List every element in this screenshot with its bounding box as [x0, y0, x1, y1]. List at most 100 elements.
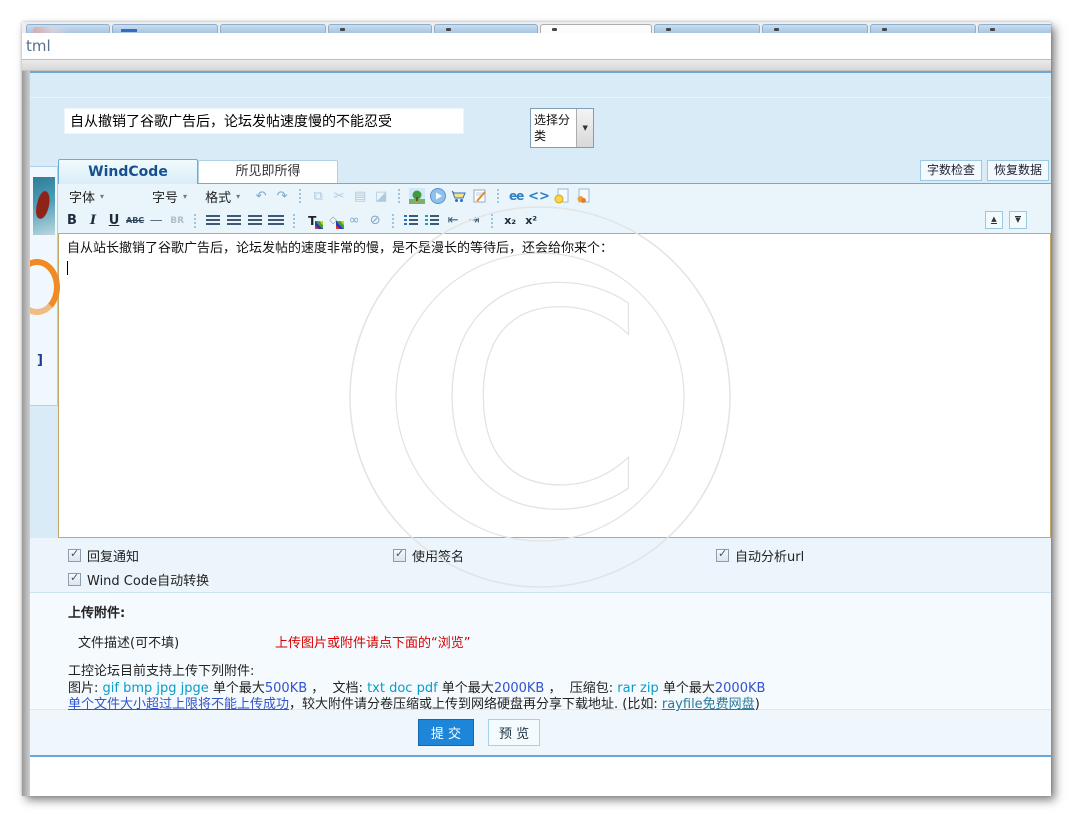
editor-panel: WindCode 所见即所得 字数检查 恢复数据 字体▾ 字号▾ 格式 ▾ ↶ ↷… — [58, 157, 1051, 538]
tab-favicon-dot — [552, 28, 557, 31]
underline-icon[interactable]: U — [105, 212, 123, 229]
format-dropdown[interactable]: 格式 ▾ — [205, 187, 240, 206]
browser-tab-active[interactable] — [540, 24, 652, 33]
cut-icon[interactable]: ✂ — [330, 188, 348, 205]
option-use-signature[interactable]: 使用签名 — [393, 546, 716, 565]
post-options: 回复通知 使用签名 自动分析url Wind Code自动转换 — [22, 538, 1051, 592]
undo-icon[interactable]: ↶ — [252, 188, 270, 205]
checkbox-use-signature[interactable] — [393, 549, 406, 562]
rayfile-link[interactable]: rayfile免费网盘 — [662, 697, 755, 712]
editor-utility-buttons: 字数检查 恢复数据 — [920, 160, 1049, 181]
editor-shrink-button[interactable]: ▲ — [985, 211, 1003, 229]
font-family-dropdown[interactable]: 字体▾ — [69, 187, 104, 206]
browser-tab-fragment[interactable] — [978, 24, 1051, 33]
insert-image-icon[interactable] — [408, 188, 426, 205]
subscript-icon[interactable]: x₂ — [501, 212, 519, 229]
align-left-icon[interactable] — [204, 212, 222, 229]
toolbar-separator — [194, 214, 196, 228]
category-select[interactable]: 选择分类 ▼ — [530, 108, 594, 148]
strikethrough-icon[interactable]: ABC — [126, 212, 144, 229]
shopping-cart-icon[interactable] — [450, 188, 468, 205]
category-select-arrow-icon[interactable]: ▼ — [576, 109, 593, 147]
browser-tab-fragment[interactable] — [112, 24, 218, 33]
insert-media-icon[interactable] — [429, 188, 447, 205]
editor-text-line: 自从站长撤销了谷歌广告后，论坛发帖的速度非常的慢，是不是漫长的等待后，还会给你来… — [67, 239, 1042, 258]
size-limit-warning-link[interactable]: 单个文件大小超过上限将不能上传成功 — [68, 697, 289, 712]
editor-grow-button[interactable]: ▼ — [1009, 211, 1027, 229]
zip-types-link[interactable]: rar zip — [617, 681, 658, 696]
line-break-icon[interactable]: BR — [168, 212, 186, 229]
word-count-button[interactable]: 字数检查 — [920, 160, 982, 181]
browser-tab-fragment[interactable] — [870, 24, 976, 33]
ordered-list-icon[interactable] — [402, 212, 420, 229]
insert-link-icon[interactable]: ∞ — [345, 212, 363, 229]
align-center-icon[interactable] — [225, 212, 243, 229]
outdent-icon[interactable]: ⇤ — [444, 212, 462, 229]
upload-support-info: 工控论坛目前支持上传下列附件: 图片: gif bmp jpg jpge 单个最… — [68, 664, 1051, 714]
align-lines — [206, 215, 220, 226]
remove-link-icon[interactable]: ⊘ — [366, 212, 384, 229]
italic-icon[interactable]: I — [84, 212, 102, 229]
copy-icon[interactable]: ⧉ — [309, 188, 327, 205]
page-footer — [22, 757, 1051, 796]
idea-document-icon[interactable] — [553, 188, 571, 205]
options-row-1: 回复通知 使用签名 自动分析url — [68, 546, 1051, 565]
tab-windcode[interactable]: WindCode — [58, 159, 198, 184]
doc-types-link[interactable]: txt doc pdf — [367, 681, 438, 696]
horizontal-rule-icon[interactable]: — — [147, 212, 165, 229]
editor-resize-buttons: ▲ ▼ — [985, 211, 1027, 229]
align-right-icon[interactable] — [246, 212, 264, 229]
code-icon[interactable]: <> — [528, 188, 550, 205]
post-title-input[interactable] — [64, 108, 464, 134]
page-header-band — [22, 73, 1051, 98]
bold-icon[interactable]: B — [63, 212, 81, 229]
format-label: 格式 — [205, 187, 231, 206]
redo-icon[interactable]: ↷ — [273, 188, 291, 205]
option-auto-parse-url[interactable]: 自动分析url — [716, 546, 804, 565]
browse-hint-text: 上传图片或附件请点下面的“浏览” — [275, 632, 470, 651]
option-windcode-auto[interactable]: Wind Code自动转换 — [68, 570, 209, 589]
submit-button[interactable]: 提 交 — [418, 719, 474, 746]
preview-button[interactable]: 预 览 — [488, 719, 540, 746]
toolbar-row-2: B I U ABC — BR T ◇ ∞ ⊘ ⇤ ⇥ — [58, 208, 1051, 233]
browser-tab-fragment[interactable] — [762, 24, 868, 33]
unordered-list-icon[interactable] — [423, 212, 441, 229]
triangle-up-icon: ▲ — [991, 216, 996, 224]
paste-icon[interactable]: ▤ — [351, 188, 369, 205]
address-bar[interactable]: tml — [22, 33, 1051, 60]
address-url-text: tml — [26, 37, 51, 55]
eraser-icon[interactable]: ◪ — [372, 188, 390, 205]
support-intro-line: 工控论坛目前支持上传下列附件: — [68, 664, 1051, 681]
tab-favicon-dot — [340, 28, 345, 31]
indent-icon[interactable]: ⇥ — [465, 212, 483, 229]
checkbox-windcode-auto[interactable] — [68, 573, 81, 586]
attach-document-icon[interactable] — [574, 188, 592, 205]
checkbox-auto-parse-url[interactable] — [716, 549, 729, 562]
align-justify-icon[interactable] — [267, 212, 285, 229]
tab-wysiwyg[interactable]: 所见即所得 — [198, 160, 338, 183]
edit-note-icon[interactable] — [471, 188, 489, 205]
browser-tab-fragment[interactable] — [654, 24, 760, 33]
post-body-editor[interactable]: 自从站长撤销了谷歌广告后，论坛发帖的速度非常的慢，是不是漫长的等待后，还会给你来… — [58, 233, 1051, 538]
category-select-value: 选择分类 — [531, 109, 576, 147]
align-lines — [227, 215, 241, 226]
quote-icon[interactable]: ee — [507, 188, 525, 205]
browser-tab-fragment[interactable] — [434, 24, 538, 33]
browser-tab-fragment[interactable] — [26, 24, 110, 33]
checkbox-reply-notify[interactable] — [68, 549, 81, 562]
restore-data-button[interactable]: 恢复数据 — [987, 160, 1049, 181]
browser-tab-fragment[interactable] — [220, 24, 326, 33]
highlight-color-icon[interactable]: ◇ — [324, 212, 342, 229]
tab-favicon-dot — [666, 28, 671, 31]
browser-tab-fragment[interactable] — [328, 24, 432, 33]
toolbar-separator — [398, 189, 400, 203]
image-types-link[interactable]: gif bmp jpg jpge — [103, 681, 209, 696]
ordered-list-glyph — [404, 215, 418, 226]
post-title-row: 选择分类 ▼ — [22, 98, 1051, 157]
tab-favicon-dot — [990, 28, 995, 31]
font-size-dropdown[interactable]: 字号▾ — [152, 187, 187, 206]
text-color-icon[interactable]: T — [303, 212, 321, 229]
option-reply-notify[interactable]: 回复通知 — [68, 546, 393, 565]
chevron-down-icon: ▾ — [236, 192, 240, 201]
superscript-icon[interactable]: x² — [522, 212, 540, 229]
